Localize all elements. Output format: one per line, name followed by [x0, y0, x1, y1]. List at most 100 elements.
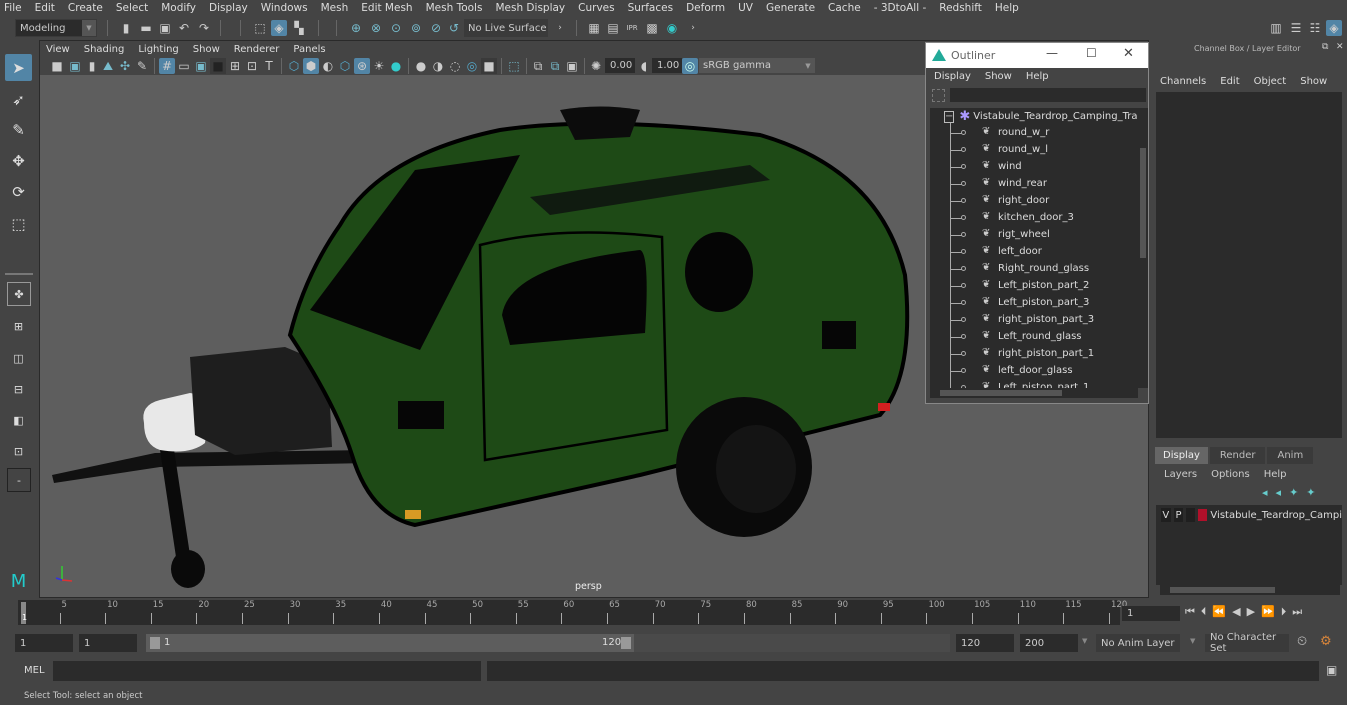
outliner-item[interactable]: ❦ right_piston_part_3: [930, 312, 1138, 329]
layer-color-swatch[interactable]: [1197, 509, 1208, 521]
layer-menu-options[interactable]: Options: [1211, 469, 1250, 480]
menu-create[interactable]: Create: [68, 2, 103, 14]
gamma-field[interactable]: 1.00: [652, 58, 682, 73]
menu-display[interactable]: Display: [209, 2, 248, 14]
move-layer-up-icon[interactable]: ◂: [1262, 486, 1268, 499]
film-gate-icon[interactable]: ▭: [176, 58, 192, 74]
step-forward-frame-icon[interactable]: ⏵: [1281, 605, 1287, 619]
redo-icon[interactable]: ↷: [196, 20, 212, 36]
move-tool-icon[interactable]: ✥: [5, 147, 32, 174]
menu-help[interactable]: Help: [995, 2, 1019, 14]
xray-joints-icon[interactable]: ⬚: [506, 58, 522, 74]
outliner-item[interactable]: ❦ right_piston_part_1: [930, 346, 1138, 363]
outliner-item[interactable]: ❦ Left_piston_part_1: [930, 380, 1138, 388]
safe-title-icon[interactable]: T: [261, 58, 277, 74]
playback-toggle[interactable]: P: [1173, 508, 1184, 522]
command-input[interactable]: [53, 661, 481, 681]
color-management-icon[interactable]: ◎: [682, 58, 698, 74]
xray-active-icon[interactable]: ⧉: [530, 58, 546, 74]
textured-icon[interactable]: ⊛: [354, 58, 370, 74]
outliner-menu-display[interactable]: Display: [934, 71, 971, 82]
menu-mesh[interactable]: Mesh: [321, 2, 349, 14]
step-back-key-icon[interactable]: ⏪: [1212, 605, 1226, 619]
menu-surfaces[interactable]: Surfaces: [628, 2, 673, 14]
end-time-field[interactable]: 200: [1020, 634, 1078, 652]
outliner-item[interactable]: ❦ Left_piston_part_3: [930, 295, 1138, 312]
animation-preferences-icon[interactable]: ⚙: [1320, 634, 1332, 649]
outliner-item[interactable]: ❦ Left_round_glass: [930, 329, 1138, 346]
go-to-start-icon[interactable]: ⏮: [1185, 605, 1195, 619]
auto-key-icon[interactable]: ⏲: [1297, 634, 1307, 649]
go-to-end-icon[interactable]: ⏭: [1292, 605, 1302, 619]
scroll-thumb[interactable]: [940, 390, 1062, 396]
minimize-icon[interactable]: —: [1046, 46, 1058, 60]
outliner-menu-show[interactable]: Show: [985, 71, 1012, 82]
range-end-handle[interactable]: [621, 637, 631, 649]
resolution-gate-icon[interactable]: ▣: [193, 58, 209, 74]
render-view-icon[interactable]: ▦: [586, 20, 602, 36]
exposure-field[interactable]: 0.00: [605, 58, 635, 73]
hud-icon[interactable]: ▣: [564, 58, 580, 74]
start-time-field[interactable]: 1: [15, 634, 73, 652]
wireframe-icon[interactable]: ⬡: [286, 58, 302, 74]
save-scene-icon[interactable]: ▣: [157, 20, 173, 36]
bookmark-icon[interactable]: ▮: [84, 58, 100, 74]
outliner-item[interactable]: ❦ wind_rear: [930, 176, 1138, 193]
tab-render[interactable]: Render: [1209, 447, 1266, 464]
scroll-thumb[interactable]: [1140, 148, 1146, 258]
workspace-select[interactable]: Modeling ▼: [15, 19, 97, 37]
attribute-editor-icon[interactable]: ☰: [1288, 20, 1304, 36]
outliner-menu-help[interactable]: Help: [1026, 71, 1049, 82]
render-frame-icon[interactable]: ▤: [605, 20, 621, 36]
xray-icon[interactable]: ⬡: [337, 58, 353, 74]
shadows-icon[interactable]: ●: [388, 58, 404, 74]
outliner-vscrollbar[interactable]: [1138, 108, 1148, 388]
float-icon[interactable]: ⧉: [1322, 42, 1328, 52]
tab-display[interactable]: Display: [1155, 447, 1208, 464]
snap-point-icon[interactable]: ⊙: [388, 20, 404, 36]
chevron-down-icon[interactable]: ▼: [1082, 637, 1087, 645]
undo-icon[interactable]: ↶: [176, 20, 192, 36]
visibility-toggle[interactable]: V: [1161, 508, 1171, 522]
outliner-item[interactable]: ❦ kitchen_door_3: [930, 210, 1138, 227]
vp-menu-panels[interactable]: Panels: [293, 44, 325, 55]
vp-menu-renderer[interactable]: Renderer: [234, 44, 280, 55]
snap-grid-icon[interactable]: ⊕: [348, 20, 364, 36]
range-start-handle[interactable]: [150, 637, 160, 649]
time-slider-track[interactable]: 1 5 10 15 20 25 30 35 40 45 50 55 60 65 70 75 80 85 90 95 1…: [18, 600, 1127, 625]
vp-menu-shading[interactable]: Shading: [84, 44, 125, 55]
custom-layout-icon[interactable]: -: [7, 468, 31, 492]
menu-curves[interactable]: Curves: [578, 2, 614, 14]
motion-blur-icon[interactable]: ◑: [430, 58, 446, 74]
menu-file[interactable]: File: [4, 2, 22, 14]
range-slider[interactable]: 1 120: [146, 634, 634, 652]
vp-menu-lighting[interactable]: Lighting: [138, 44, 178, 55]
use-all-lights-icon[interactable]: ☀: [371, 58, 387, 74]
select-by-hierarchy-icon[interactable]: ⬚: [252, 20, 268, 36]
outliner-item[interactable]: ❦ left_door_glass: [930, 363, 1138, 380]
smooth-shade-icon[interactable]: ⬢: [303, 58, 319, 74]
menu-edit[interactable]: Edit: [35, 2, 55, 14]
filter-icon[interactable]: [932, 89, 945, 102]
step-forward-key-icon[interactable]: ⏩: [1261, 605, 1275, 619]
outliner-hscrollbar[interactable]: [930, 388, 1138, 398]
cb-menu-edit[interactable]: Edit: [1220, 76, 1239, 87]
snap-view-plane-icon[interactable]: ⊘: [428, 20, 444, 36]
menu-deform[interactable]: Deform: [686, 2, 725, 14]
menu-edit-mesh[interactable]: Edit Mesh: [361, 2, 412, 14]
new-empty-layer-icon[interactable]: ✦: [1289, 486, 1298, 499]
vp-menu-view[interactable]: View: [46, 44, 70, 55]
select-tool-icon[interactable]: ➤: [5, 54, 32, 81]
ipr-render-icon[interactable]: IPR: [624, 20, 640, 36]
channel-list[interactable]: [1156, 92, 1342, 438]
select-by-object-icon[interactable]: ◈: [271, 20, 287, 36]
expand-arrow-icon[interactable]: ›: [552, 20, 568, 36]
close-icon[interactable]: ✕: [1123, 46, 1134, 61]
outliner-titlebar[interactable]: Outliner — ☐ ✕: [926, 43, 1148, 68]
channel-box-toggle-icon[interactable]: ◈: [1326, 20, 1342, 36]
render-settings-icon[interactable]: ▩: [644, 20, 660, 36]
display-type-toggle[interactable]: [1186, 508, 1195, 522]
playback-end-field[interactable]: 120: [956, 634, 1014, 652]
tool-settings-icon[interactable]: ☷: [1307, 20, 1323, 36]
outliner-item[interactable]: ❦ wind: [930, 159, 1138, 176]
